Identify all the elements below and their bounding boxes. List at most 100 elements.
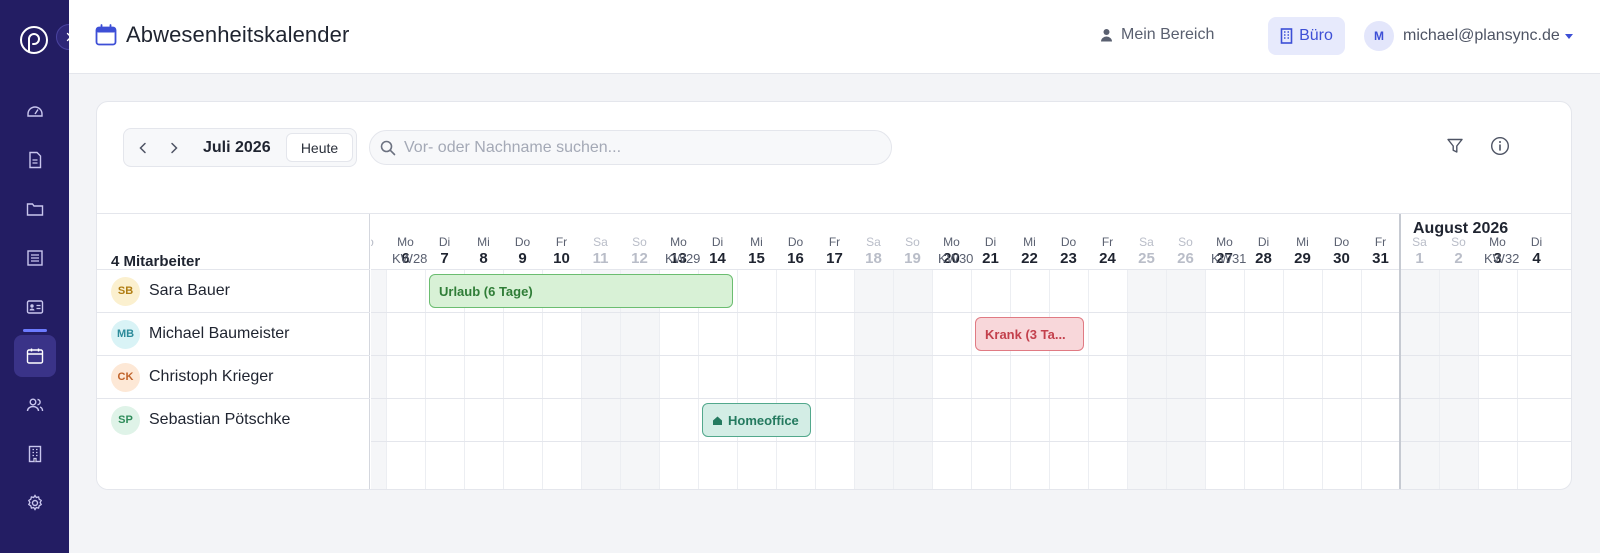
employee-row[interactable]: SP Sebastian Pötschke — [97, 398, 370, 441]
employee-row[interactable]: CK Christoph Krieger — [97, 355, 370, 398]
sidebar-item-settings[interactable] — [14, 482, 56, 524]
day-name: So — [371, 235, 386, 249]
users-icon — [26, 398, 44, 412]
calendar-grid: Mo 6 Di 7 Mi 8 Do 9 Fr 10 Sa 11 So 12 Mo 13 Di 14 Mi 15 Do 16… — [371, 214, 1571, 489]
day-header: Di 14 — [698, 227, 737, 269]
top-header: Abwesenheitskalender Mein Bereich Büro M… — [69, 0, 1600, 74]
my-area-link[interactable]: Mein Bereich — [1100, 26, 1214, 44]
page-title: Abwesenheitskalender — [126, 22, 350, 47]
day-header: So 12 — [620, 227, 659, 269]
day-column — [386, 269, 425, 489]
absence-event-homeoffice[interactable]: Homeoffice — [702, 403, 811, 437]
day-header: Mi 22 — [1010, 227, 1049, 269]
previous-month-button[interactable] — [132, 137, 154, 159]
sidebar-item-folders[interactable] — [14, 188, 56, 230]
user-email: michael@plansync.de — [1403, 27, 1560, 44]
day-number: 8 — [479, 250, 488, 267]
sidebar-item-calendar[interactable] — [14, 329, 56, 377]
day-column — [1283, 269, 1322, 489]
employee-avatar: SB — [111, 276, 140, 306]
day-header: Mi 15 — [737, 227, 776, 269]
day-header: Mi 29 — [1283, 227, 1322, 269]
calendar-icon — [26, 348, 44, 364]
row-divider — [371, 269, 1571, 270]
search-input[interactable] — [404, 131, 884, 164]
day-number: 15 — [748, 250, 765, 267]
day-number: 25 — [1138, 250, 1155, 267]
day-name: Sa — [866, 235, 881, 249]
employee-avatar: SP — [111, 405, 140, 435]
day-name: So — [905, 235, 920, 249]
day-number: 21 — [982, 250, 999, 267]
employee-row[interactable]: MB Michael Baumeister — [97, 312, 370, 355]
sidebar-item-building[interactable] — [14, 433, 56, 475]
day-number: 16 — [787, 250, 804, 267]
day-name: Mo — [943, 235, 960, 249]
employee-row[interactable]: SB Sara Bauer — [97, 269, 370, 312]
day-number: 11 — [592, 250, 609, 267]
day-column — [1478, 269, 1517, 489]
day-name: Fr — [555, 235, 568, 249]
absence-event-krank[interactable]: Krank (3 Ta... — [975, 317, 1084, 351]
calendar-card: Juli 2026 Heute 4 Mitarbeiter SB Sara Bau… — [96, 101, 1572, 490]
day-column — [1322, 269, 1361, 489]
day-number: 14 — [709, 250, 726, 267]
employee-avatar: CK — [111, 362, 140, 392]
day-column — [1205, 269, 1244, 489]
building-icon — [28, 445, 42, 463]
sidebar-item-users[interactable] — [14, 384, 56, 426]
day-header: Do 23 — [1049, 227, 1088, 269]
user-avatar[interactable]: M — [1364, 21, 1394, 51]
info-button[interactable] — [1489, 135, 1511, 157]
sidebar-item-list[interactable] — [14, 237, 56, 279]
week-label: KW30 — [938, 251, 974, 266]
row-divider — [371, 312, 1571, 313]
day-number: 31 — [1372, 250, 1389, 267]
day-number: 2 — [1454, 250, 1463, 267]
day-name: Do — [1333, 235, 1350, 249]
day-header: Do 30 — [1322, 227, 1361, 269]
day-name: So — [632, 235, 647, 249]
user-menu[interactable]: michael@plansync.de — [1403, 27, 1573, 45]
today-button[interactable]: Heute — [286, 133, 353, 162]
next-month-button[interactable] — [163, 137, 185, 159]
absence-event-urlaub[interactable]: Urlaub (6 Tage) — [429, 274, 733, 308]
folder-icon — [26, 203, 44, 216]
page-title-group: Abwesenheitskalender — [95, 22, 349, 48]
day-name: Fr — [1101, 235, 1114, 249]
day-number: 17 — [826, 250, 843, 267]
employee-column: 4 Mitarbeiter SB Sara Bauer MB Michael Baum… — [97, 214, 370, 489]
day-name: Sa — [1139, 235, 1154, 249]
office-button[interactable]: Büro — [1268, 17, 1345, 55]
day-name: Mi — [1296, 235, 1309, 249]
document-icon — [29, 151, 42, 169]
sidebar-item-documents[interactable] — [14, 139, 56, 181]
day-column — [815, 269, 854, 489]
week-label: KW31 — [1211, 251, 1247, 266]
day-number: 18 — [865, 250, 882, 267]
filter-button[interactable] — [1444, 135, 1466, 157]
employee-name: Sara Bauer — [149, 282, 230, 299]
dashboard-icon — [27, 106, 43, 117]
app-logo-icon[interactable] — [18, 24, 50, 56]
day-header: Fr 10 — [542, 227, 581, 269]
day-header: Fr 17 — [815, 227, 854, 269]
sidebar-item-dashboard[interactable] — [14, 90, 56, 132]
day-name: Sa — [593, 235, 608, 249]
day-column — [932, 269, 971, 489]
day-number: 22 — [1021, 250, 1038, 267]
day-name: Mi — [1023, 235, 1036, 249]
employee-count: 4 Mitarbeiter — [111, 253, 201, 270]
filter-icon — [1447, 138, 1463, 153]
day-name: Di — [1257, 235, 1270, 249]
day-number: 9 — [518, 250, 527, 267]
day-header: Sa 18 — [854, 227, 893, 269]
day-column — [1088, 269, 1127, 489]
week-label: KW28 — [392, 251, 428, 266]
day-header: Sa 11 — [581, 227, 620, 269]
day-name: Mo — [670, 235, 687, 249]
day-column — [1127, 269, 1166, 489]
day-header: Di 4 — [1517, 227, 1556, 269]
sidebar-item-id-card[interactable] — [14, 286, 56, 328]
day-name: Fr — [828, 235, 841, 249]
